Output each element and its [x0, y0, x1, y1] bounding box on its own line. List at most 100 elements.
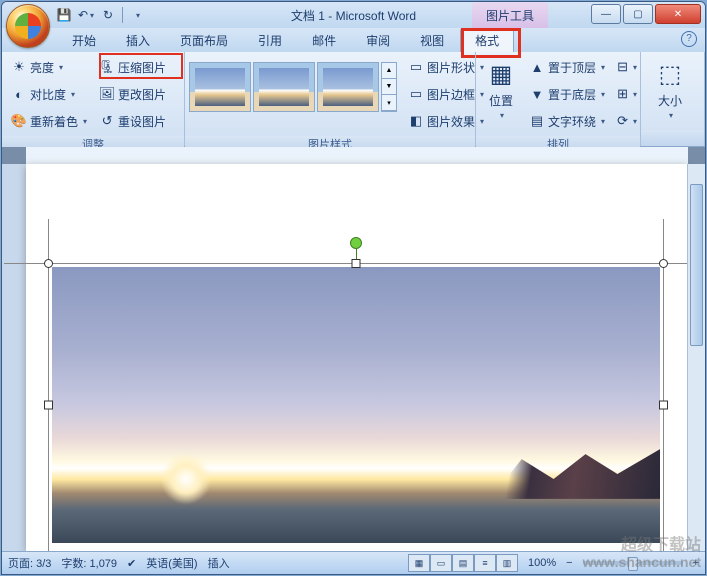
group-picture-styles: ▲▼▾ ▭图片形状▾ ▭图片边框▾ ◧图片效果▾ 图片样式: [185, 52, 476, 146]
ribbon-tabs: 开始 插入 页面布局 引用 邮件 审阅 视图 格式 ?: [2, 28, 705, 52]
tab-home[interactable]: 开始: [58, 29, 110, 52]
sun-icon: ☀: [11, 59, 27, 75]
image-content: [52, 267, 660, 543]
handle-tl[interactable]: [44, 259, 53, 268]
selected-image[interactable]: [44, 259, 668, 551]
close-button[interactable]: ✕: [655, 4, 701, 24]
horizontal-ruler[interactable]: [26, 147, 688, 165]
view-buttons: ▦ ▭ ▤ ≡ ▥: [408, 554, 518, 572]
view-web[interactable]: ▤: [452, 554, 474, 572]
maximize-button[interactable]: ▢: [623, 4, 653, 24]
group-size: ⬚大小▾: [641, 52, 705, 146]
rotate-button[interactable]: ⟳▾: [612, 108, 642, 134]
style-thumb-3[interactable]: [317, 62, 379, 112]
status-page[interactable]: 页面: 3/3: [8, 555, 51, 571]
recolor-label: 重新着色: [30, 113, 78, 130]
change-label: 更改图片: [118, 86, 166, 103]
send-back-button[interactable]: ▼置于底层▾: [524, 81, 610, 107]
view-full-screen[interactable]: ▭: [430, 554, 452, 572]
handle-tr[interactable]: [659, 259, 668, 268]
quick-access-toolbar: 💾 ↶▾ ↻ ▾: [54, 5, 147, 25]
guide-left: [48, 219, 49, 551]
front-icon: ▲: [529, 59, 545, 75]
reset-label: 重设图片: [118, 113, 166, 130]
brightness-label: 亮度: [30, 59, 54, 76]
wrap-icon: ▤: [529, 113, 545, 129]
reset-icon: ↺: [99, 113, 115, 129]
styles-gallery: ▲▼▾: [189, 54, 397, 120]
border-icon: ▭: [408, 86, 424, 102]
tab-view[interactable]: 视图: [406, 29, 458, 52]
group-size-label: [641, 130, 704, 146]
handle-l[interactable]: [44, 401, 53, 410]
effects-label: 图片效果: [427, 113, 475, 130]
crop-icon: ⬚: [654, 58, 686, 90]
border-label: 图片边框: [427, 86, 475, 103]
view-outline[interactable]: ≡: [474, 554, 496, 572]
tab-layout[interactable]: 页面布局: [166, 29, 242, 52]
view-print-layout[interactable]: ▦: [408, 554, 430, 572]
titlebar: 💾 ↶▾ ↻ ▾ 文档 1 - Microsoft Word 图片工具 — ▢ …: [2, 2, 705, 28]
status-mode[interactable]: 插入: [208, 555, 230, 571]
ribbon: ☀亮度▾ ◐对比度▾ 🎨重新着色▾ 🗜压缩图片 🖼更改图片 ↺重设图片 调整: [2, 52, 705, 147]
back-label: 置于底层: [548, 86, 596, 103]
highlight-compress: [99, 53, 183, 79]
change-picture-button[interactable]: 🖼更改图片: [94, 81, 171, 107]
handle-r[interactable]: [659, 401, 668, 410]
recolor-icon: 🎨: [11, 113, 27, 129]
vertical-ruler[interactable]: [2, 164, 27, 551]
group-icon: ⊞: [617, 86, 628, 102]
shape-label: 图片形状: [427, 59, 475, 76]
zoom-out-button[interactable]: −: [566, 557, 572, 569]
zoom-slider[interactable]: [583, 561, 683, 565]
contrast-button[interactable]: ◐对比度▾: [6, 81, 92, 107]
office-button[interactable]: [6, 4, 50, 48]
brightness-button[interactable]: ☀亮度▾: [6, 54, 92, 80]
status-language[interactable]: 英语(美国): [146, 555, 197, 571]
handle-t[interactable]: [352, 259, 361, 268]
tab-insert[interactable]: 插入: [112, 29, 164, 52]
scroll-thumb[interactable]: [690, 184, 703, 346]
statusbar: 页面: 3/3 字数: 1,079 ✔ 英语(美国) 插入 ▦ ▭ ▤ ≡ ▥ …: [2, 551, 705, 574]
undo-icon[interactable]: ↶▾: [76, 5, 96, 25]
contextual-tab-label: 图片工具: [472, 2, 548, 28]
help-icon[interactable]: ?: [681, 31, 697, 47]
reset-picture-button[interactable]: ↺重设图片: [94, 108, 171, 134]
zoom-level[interactable]: 100%: [528, 557, 556, 569]
size-button[interactable]: ⬚大小▾: [645, 54, 695, 124]
align-icon: ⊟: [617, 59, 628, 75]
recolor-button[interactable]: 🎨重新着色▾: [6, 108, 92, 134]
rotate-icon: ⟳: [617, 113, 628, 129]
tab-references[interactable]: 引用: [244, 29, 296, 52]
view-draft[interactable]: ▥: [496, 554, 518, 572]
page[interactable]: [26, 164, 688, 551]
status-words[interactable]: 字数: 1,079: [61, 555, 117, 571]
size-label: 大小: [658, 92, 682, 109]
align-button[interactable]: ⊟▾: [612, 54, 642, 80]
image-sun: [161, 454, 211, 504]
tab-review[interactable]: 审阅: [352, 29, 404, 52]
group-button[interactable]: ⊞▾: [612, 81, 642, 107]
shape-icon: ▭: [408, 59, 424, 75]
change-icon: 🖼: [99, 86, 115, 102]
effects-icon: ◧: [408, 113, 424, 129]
group-adjust: ☀亮度▾ ◐对比度▾ 🎨重新着色▾ 🗜压缩图片 🖼更改图片 ↺重设图片 调整: [2, 52, 185, 146]
qat-customize-icon[interactable]: ▾: [127, 5, 147, 25]
style-thumb-2[interactable]: [253, 62, 315, 112]
wrap-label: 文字环绕: [548, 113, 596, 130]
minimize-button[interactable]: —: [591, 4, 621, 24]
zoom-in-button[interactable]: +: [693, 557, 699, 569]
style-thumb-1[interactable]: [189, 62, 251, 112]
bring-front-button[interactable]: ▲置于顶层▾: [524, 54, 610, 80]
rotation-handle[interactable]: [350, 237, 362, 249]
text-wrap-button[interactable]: ▤文字环绕▾: [524, 108, 610, 134]
tab-mailings[interactable]: 邮件: [298, 29, 350, 52]
save-icon[interactable]: 💾: [54, 5, 74, 25]
position-button[interactable]: ▦位置▾: [480, 54, 522, 124]
redo-icon[interactable]: ↻: [98, 5, 118, 25]
vertical-scrollbar[interactable]: [687, 164, 705, 551]
guide-right: [663, 219, 664, 551]
status-spellcheck-icon[interactable]: ✔: [127, 557, 136, 570]
gallery-scroll[interactable]: ▲▼▾: [381, 62, 397, 112]
window-title: 文档 1 - Microsoft Word: [291, 7, 416, 24]
